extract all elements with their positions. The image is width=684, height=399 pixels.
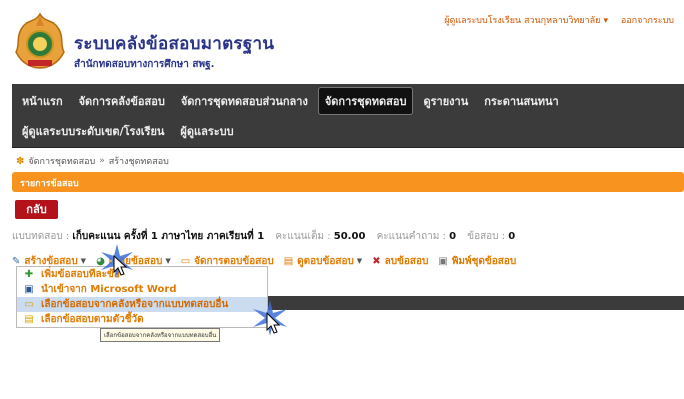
menu-item-label: เลือกข้อสอบตามตัวชี้วัด [41, 314, 144, 325]
menu-item-label: นำเข้าจาก Microsoft Word [41, 284, 177, 295]
list-icon: ▤ [24, 314, 34, 325]
document-icon: ▤ [283, 255, 294, 267]
folder-icon: ▭ [24, 299, 34, 310]
nav-row-1: หน้าแรก จัดการคลังข้อสอบ จัดการชุดทดสอบส… [12, 87, 565, 115]
nav-home[interactable]: หน้าแรก [16, 88, 69, 114]
menu-item-add-single[interactable]: ✚ เพิ่มข้อสอบทีละข้อ [17, 267, 267, 282]
cursor-highlight-icon [101, 244, 133, 278]
question-count-value: 0 [508, 231, 516, 242]
logo-emblem-icon [15, 12, 65, 69]
delete-question-button[interactable]: ✖ ลบข้อสอบ [372, 254, 428, 269]
user-menu: ผู้ดูแลระบบโรงเรียน สวนกุหลาบวิทยาลัย ▾ อ… [434, 13, 674, 27]
nav-manage-tests[interactable]: จัดการชุดทดสอบ [317, 87, 414, 115]
print-icon: ▣ [438, 255, 448, 267]
gear-icon: ✽ [16, 155, 25, 167]
breadcrumb: ✽ จัดการชุดทดสอบ » สร้างชุดทดสอบ [16, 154, 169, 168]
breadcrumb-manage-tests[interactable]: จัดการชุดทดสอบ [28, 154, 95, 168]
test-label: แบบทดสอบ : [12, 231, 70, 242]
nav-district-admin[interactable]: ผู้ดูแลระบบระดับเขต/โรงเรียน [16, 118, 170, 144]
logout-link[interactable]: ออกจากระบบ [621, 16, 674, 26]
nav-reports[interactable]: ดูรายงาน [417, 88, 474, 114]
site-subtitle: สำนักทดสอบทางการศึกษา สพฐ. [74, 59, 215, 70]
view-answers-label: ดูตอบข้อสอบ [297, 255, 354, 267]
chevron-down-icon: ▾ [603, 16, 608, 26]
question-count-label: ข้อสอบ : [467, 231, 506, 242]
create-question-dropdown: ✚ เพิ่มข้อสอบทีละข้อ ▣ นำเข้าจาก Microso… [16, 266, 268, 328]
breadcrumb-current: สร้างชุดทดสอบ [108, 157, 169, 167]
user-dropdown[interactable]: ผู้ดูแลระบบโรงเรียน สวนกุหลาบวิทยาลัย ▾ [444, 16, 608, 26]
cursor-highlight-icon [253, 300, 287, 336]
menu-item-select-from-bank[interactable]: ▭ เลือกข้อสอบจากคลังหรือจากแบบทดสอบอื่น [17, 297, 267, 312]
nav-question-bank[interactable]: จัดการคลังข้อสอบ [73, 88, 171, 114]
nav-central-tests[interactable]: จัดการชุดทดสอบส่วนกลาง [175, 88, 314, 114]
breadcrumb-separator: » [99, 156, 105, 166]
back-button[interactable]: กลับ [15, 200, 58, 219]
test-name: เก็บคะแนน ครั้งที่ 1 ภาษาไทย ภาคเรียนที่… [72, 231, 265, 242]
menu-item-import-word[interactable]: ▣ นำเข้าจาก Microsoft Word [17, 282, 267, 297]
edit-icon: ✎ [12, 255, 21, 267]
tooltip: เลือกข้อสอบจากคลังหรือจากแบบทดสอบอื่น [100, 328, 221, 342]
print-label: พิมพ์ชุดข้อสอบ [451, 255, 517, 267]
site-title: ระบบคลังข้อสอบมาตรฐาน [74, 34, 275, 54]
menu-item-label: เลือกข้อสอบจากคลังหรือจากแบบทดสอบอื่น [41, 299, 229, 310]
user-label: ผู้ดูแลระบบโรงเรียน สวนกุหลาบวิทยาลัย [444, 16, 601, 26]
word-icon: ▣ [24, 284, 34, 295]
nav-forum[interactable]: กระดานสนทนา [478, 88, 565, 114]
question-score-value: 0 [449, 231, 457, 242]
view-answers-button[interactable]: ▤ ดูตอบข้อสอบ ▼ [284, 254, 362, 269]
delete-icon: ✖ [372, 255, 381, 267]
delete-question-label: ลบข้อสอบ [384, 255, 429, 267]
nav-row-2: ผู้ดูแลระบบระดับเขต/โรงเรียน ผู้ดูแลระบบ [12, 117, 240, 145]
menu-item-select-by-indicator[interactable]: ▤ เลือกข้อสอบตามตัวชี้วัด [17, 312, 267, 327]
full-score-value: 50.00 [333, 231, 366, 242]
print-button[interactable]: ▣ พิมพ์ชุดข้อสอบ [438, 254, 516, 269]
chevron-down-icon: ▼ [80, 257, 87, 265]
question-score-label: คะแนนคำถาม : [376, 231, 446, 242]
panel-title: รายการข้อสอบ [12, 172, 684, 192]
main-navbar: หน้าแรก จัดการคลังข้อสอบ จัดการชุดทดสอบส… [12, 84, 684, 148]
test-info: แบบทดสอบ : เก็บคะแนน ครั้งที่ 1 ภาษาไทย … [12, 229, 515, 244]
header: ระบบคลังข้อสอบมาตรฐาน สำนักทดสอบทางการศึ… [0, 0, 684, 84]
table-header [262, 296, 684, 310]
plus-icon: ✚ [24, 269, 34, 280]
chevron-down-icon: ▼ [165, 257, 171, 265]
nav-admin[interactable]: ผู้ดูแลระบบ [174, 118, 239, 144]
chevron-down-icon: ▼ [356, 257, 363, 265]
full-score-label: คะแนนเต็ม : [275, 231, 331, 242]
table-icon: ▭ [180, 255, 191, 267]
